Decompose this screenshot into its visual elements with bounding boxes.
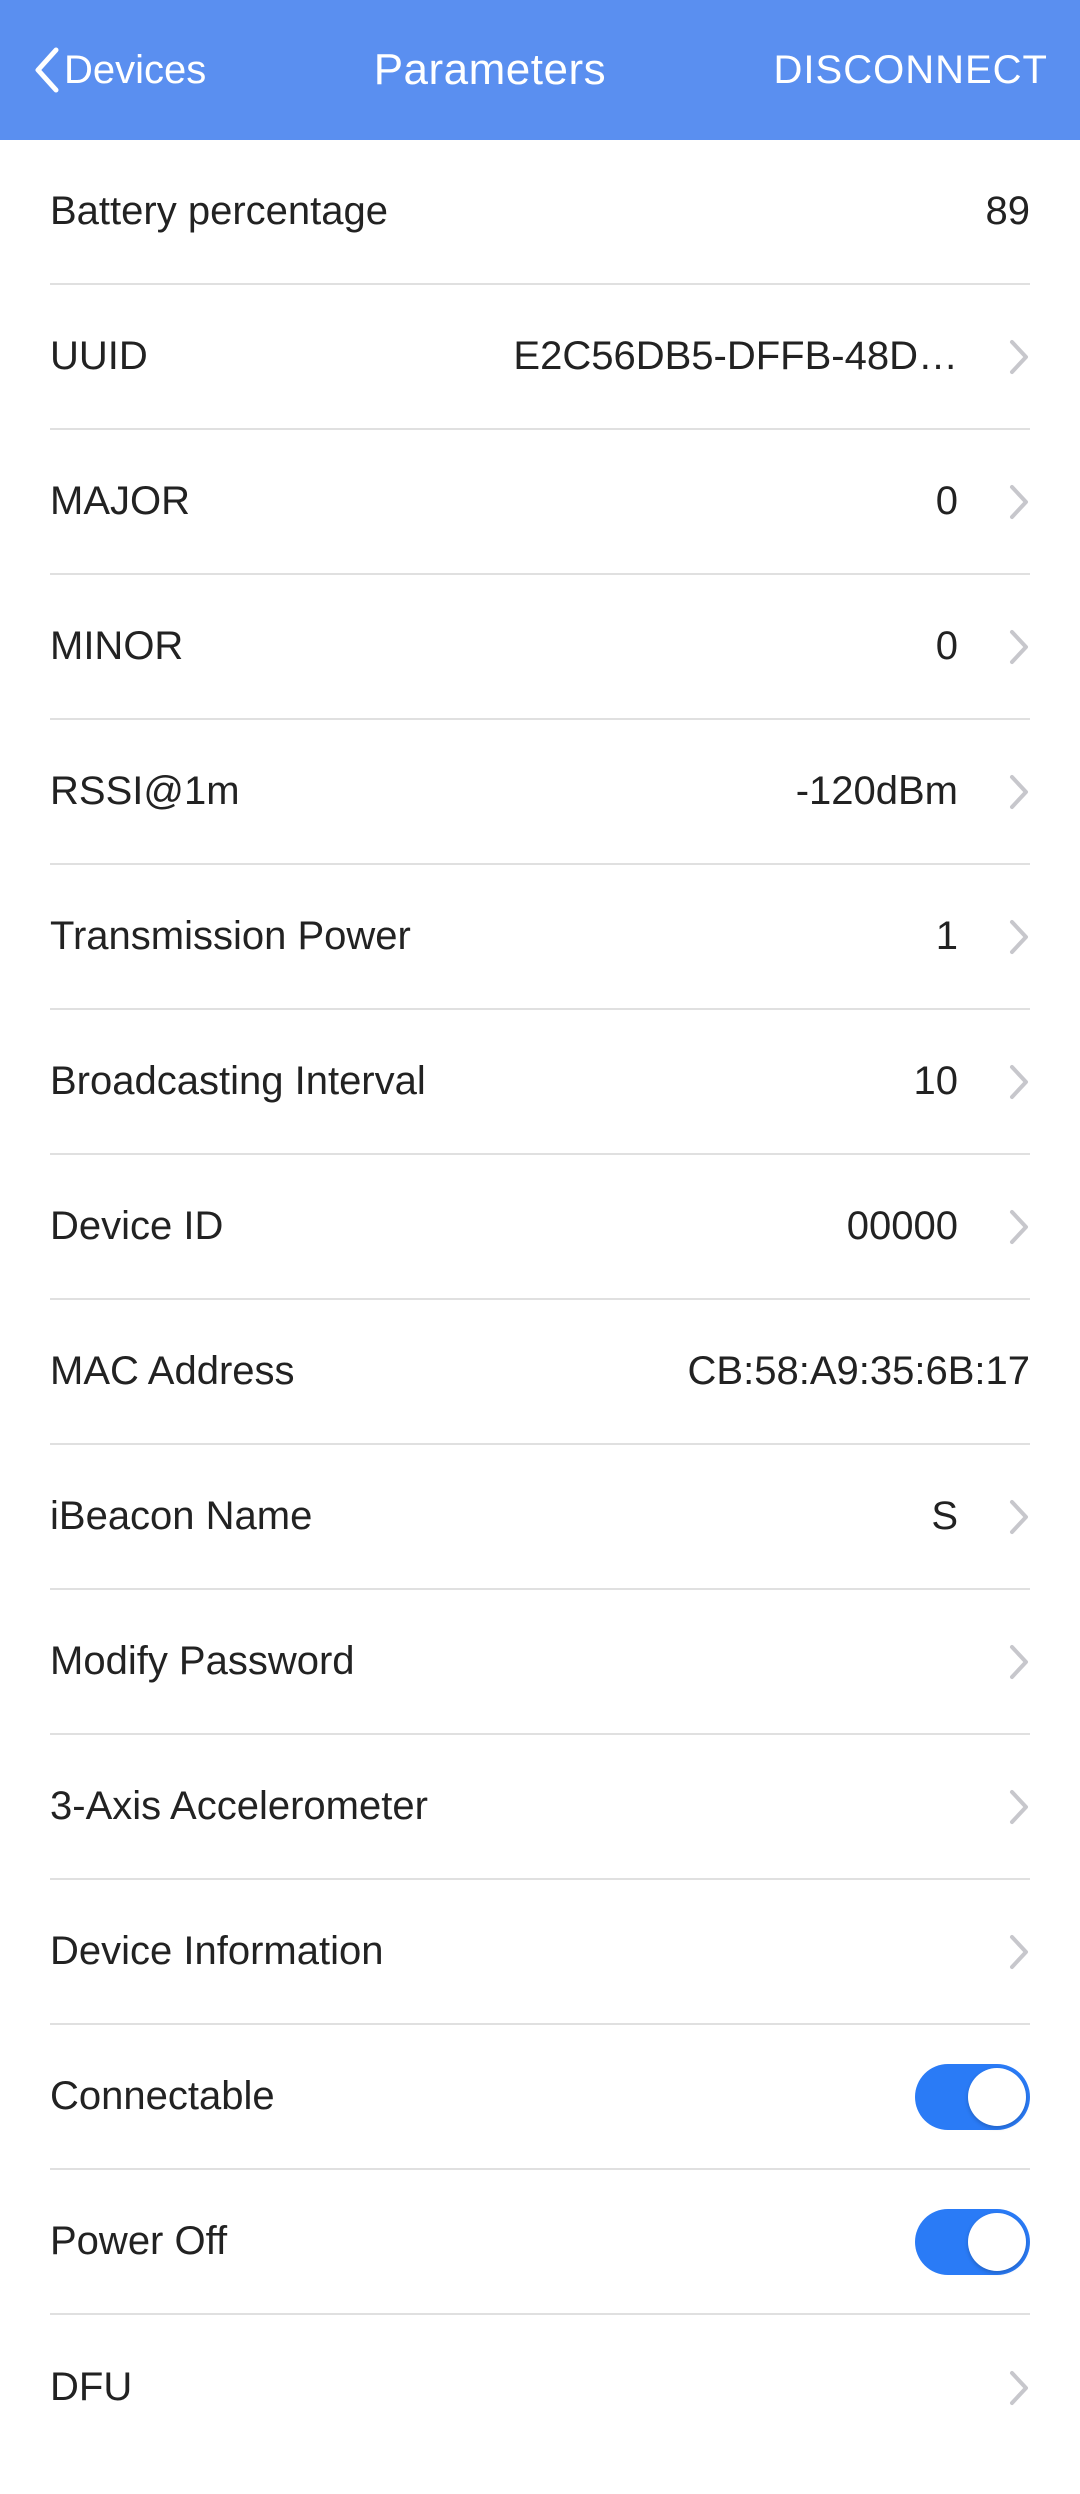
parameters-list: Battery percentage 89 UUID E2C56DB5-DFFB… [0, 140, 1080, 2460]
row-value: 0 [203, 624, 958, 669]
row-label: MAC Address [50, 1349, 295, 1394]
row-label: DFU [50, 2365, 132, 2410]
row-label: MAJOR [50, 479, 190, 524]
connectable-toggle[interactable] [915, 2064, 1030, 2130]
app-header: Devices Parameters DISCONNECT [0, 0, 1080, 140]
chevron-right-icon [1008, 1788, 1030, 1826]
back-label: Devices [64, 48, 206, 93]
row-major[interactable]: MAJOR 0 [50, 430, 1030, 575]
row-value: 00000 [243, 1204, 958, 1249]
row-label: Battery percentage [50, 189, 388, 234]
row-connectable: Connectable [50, 2025, 1030, 2170]
row-label: Connectable [50, 2074, 275, 2119]
row-label: Transmission Power [50, 914, 411, 959]
row-value: -120dBm [260, 769, 958, 814]
row-battery: Battery percentage 89 [50, 140, 1030, 285]
row-label: Power Off [50, 2219, 227, 2264]
chevron-right-icon [1008, 1063, 1030, 1101]
row-value: 10 [446, 1059, 958, 1104]
row-label: MINOR [50, 624, 183, 669]
row-label: Device ID [50, 1204, 223, 1249]
row-value: CB:58:A9:35:6B:17 [315, 1349, 1030, 1394]
chevron-right-icon [1008, 338, 1030, 376]
chevron-right-icon [1008, 1933, 1030, 1971]
toggle-knob [968, 2213, 1026, 2271]
row-accelerometer[interactable]: 3-Axis Accelerometer [50, 1735, 1030, 1880]
chevron-right-icon [1008, 773, 1030, 811]
row-label: iBeacon Name [50, 1494, 312, 1539]
chevron-right-icon [1008, 1498, 1030, 1536]
row-transmission-power[interactable]: Transmission Power 1 [50, 865, 1030, 1010]
chevron-right-icon [1008, 2369, 1030, 2407]
chevron-right-icon [1008, 918, 1030, 956]
row-mac-address: MAC Address CB:58:A9:35:6B:17 [50, 1300, 1030, 1445]
row-label: Modify Password [50, 1639, 355, 1684]
row-dfu[interactable]: DFU [50, 2315, 1030, 2460]
back-button[interactable]: Devices [32, 46, 206, 94]
row-device-id[interactable]: Device ID 00000 [50, 1155, 1030, 1300]
page-title: Parameters [374, 45, 606, 95]
row-label: RSSI@1m [50, 769, 240, 814]
row-broadcasting-interval[interactable]: Broadcasting Interval 10 [50, 1010, 1030, 1155]
chevron-right-icon [1008, 628, 1030, 666]
row-modify-password[interactable]: Modify Password [50, 1590, 1030, 1735]
row-power-off: Power Off [50, 2170, 1030, 2315]
toggle-knob [968, 2068, 1026, 2126]
chevron-right-icon [1008, 1208, 1030, 1246]
disconnect-button[interactable]: DISCONNECT [774, 48, 1048, 93]
row-ibeacon-name[interactable]: iBeacon Name S [50, 1445, 1030, 1590]
row-device-information[interactable]: Device Information [50, 1880, 1030, 2025]
row-rssi[interactable]: RSSI@1m -120dBm [50, 720, 1030, 865]
row-value: 89 [408, 189, 1030, 234]
row-value: 0 [210, 479, 958, 524]
row-label: UUID [50, 334, 148, 379]
row-value: S [332, 1494, 958, 1539]
row-label: 3-Axis Accelerometer [50, 1784, 428, 1829]
row-minor[interactable]: MINOR 0 [50, 575, 1030, 720]
chevron-right-icon [1008, 1643, 1030, 1681]
poweroff-toggle[interactable] [915, 2209, 1030, 2275]
row-label: Device Information [50, 1929, 383, 1974]
chevron-right-icon [1008, 483, 1030, 521]
chevron-left-icon [32, 46, 60, 94]
row-value: 1 [431, 914, 958, 959]
row-value: E2C56DB5-DFFB-48D… [168, 334, 958, 379]
row-label: Broadcasting Interval [50, 1059, 426, 1104]
row-uuid[interactable]: UUID E2C56DB5-DFFB-48D… [50, 285, 1030, 430]
